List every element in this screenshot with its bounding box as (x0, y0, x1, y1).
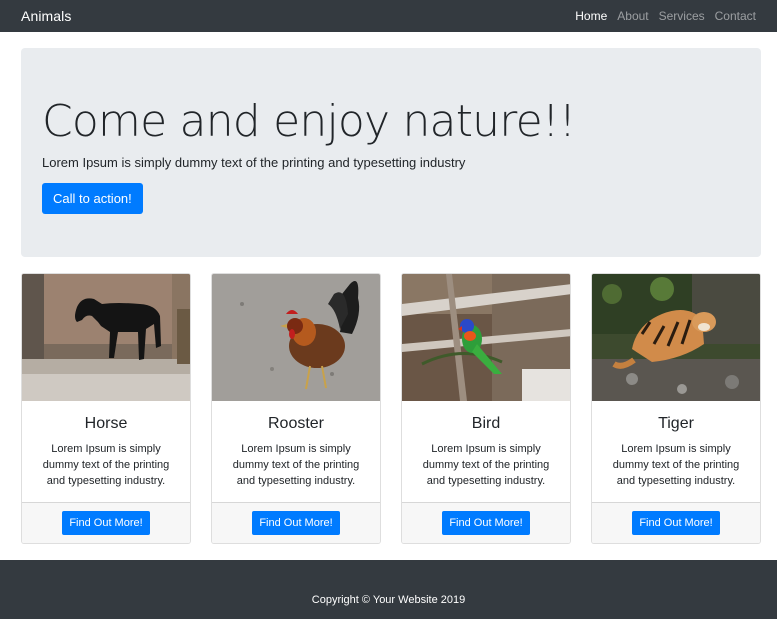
card-text: Lorem Ipsum is simply dummy text of the … (42, 443, 170, 487)
find-out-more-button-bird[interactable]: Find Out More! (442, 511, 530, 535)
card-body: Tiger Lorem Ipsum is simply dummy text o… (592, 401, 760, 502)
rooster-photo (212, 274, 380, 401)
hero-lead: Lorem Ipsum is simply dummy text of the … (42, 155, 466, 170)
page-footer: Copyright © Your Website 2019 (0, 560, 777, 619)
nav-item-about[interactable]: About (617, 9, 648, 23)
horse-photo (22, 274, 190, 401)
card-grid: Horse Lorem Ipsum is simply dummy text o… (21, 273, 761, 544)
horse-image (22, 274, 190, 401)
card-bird: Bird Lorem Ipsum is simply dummy text of… (401, 273, 571, 544)
card-tiger: Tiger Lorem Ipsum is simply dummy text o… (591, 273, 761, 544)
brand-link[interactable]: Animals (21, 8, 72, 24)
card-text: Lorem Ipsum is simply dummy text of the … (612, 443, 740, 487)
card-footer: Find Out More! (212, 502, 380, 543)
card-footer: Find Out More! (22, 502, 190, 543)
card-horse: Horse Lorem Ipsum is simply dummy text o… (21, 273, 191, 544)
card-title: Horse (84, 415, 128, 432)
rooster-image (212, 274, 380, 401)
card-rooster: Rooster Lorem Ipsum is simply dummy text… (211, 273, 381, 544)
card-text: Lorem Ipsum is simply dummy text of the … (232, 443, 360, 487)
find-out-more-button-rooster[interactable]: Find Out More! (252, 511, 340, 535)
card-body: Rooster Lorem Ipsum is simply dummy text… (212, 401, 380, 502)
hero-title: Come and enjoy nature!! (42, 96, 576, 147)
nav-links: Home About Services Contact (565, 9, 756, 23)
card-title: Rooster (267, 415, 325, 432)
card-body: Bird Lorem Ipsum is simply dummy text of… (402, 401, 570, 502)
card-title: Tiger (658, 415, 694, 432)
card-text: Lorem Ipsum is simply dummy text of the … (422, 443, 550, 487)
tiger-image (592, 274, 760, 401)
card-body: Horse Lorem Ipsum is simply dummy text o… (22, 401, 190, 502)
top-navbar: Animals Home About Services Contact (0, 0, 777, 32)
nav-item-services[interactable]: Services (659, 9, 705, 23)
find-out-more-button-tiger[interactable]: Find Out More! (632, 511, 720, 535)
tiger-photo (592, 274, 760, 401)
parrot-photo (402, 274, 570, 401)
card-footer: Find Out More! (592, 502, 760, 543)
hero-jumbotron: Come and enjoy nature!! Lorem Ipsum is s… (21, 48, 761, 257)
footer-copyright: Copyright © Your Website 2019 (311, 594, 466, 606)
nav-item-home[interactable]: Home (575, 9, 607, 23)
call-to-action-button[interactable]: Call to action! (42, 183, 143, 214)
nav-item-contact[interactable]: Contact (715, 9, 756, 23)
parrot-image (402, 274, 570, 401)
find-out-more-button-horse[interactable]: Find Out More! (62, 511, 150, 535)
card-footer: Find Out More! (402, 502, 570, 543)
card-title: Bird (471, 415, 501, 432)
